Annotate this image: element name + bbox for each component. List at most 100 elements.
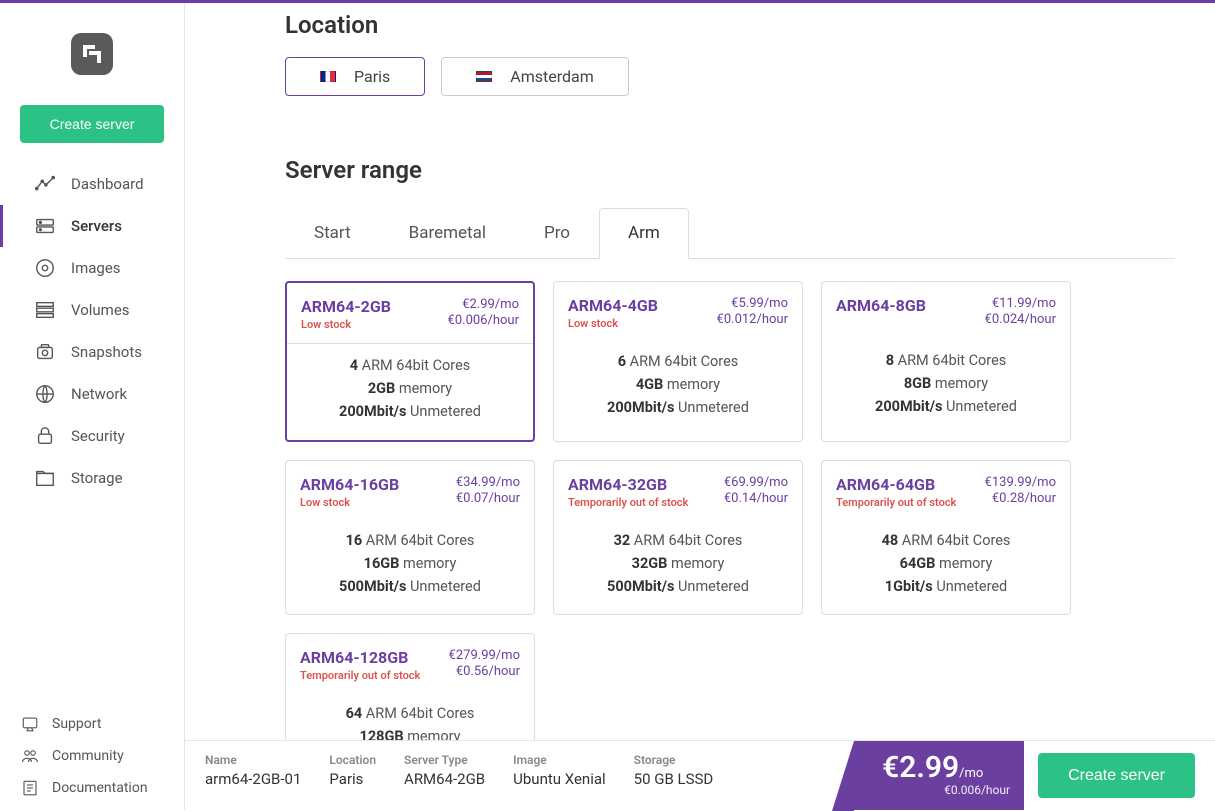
images-icon [33,256,57,280]
plan-name: ARM64-32GB [568,475,688,494]
plan-price: €279.99/mo €0.56/hour [449,648,520,682]
security-icon [33,424,57,448]
tab-arm[interactable]: Arm [599,208,689,259]
nav-item-label: Dashboard [71,175,144,193]
plans-grid: ARM64-2GB Low stock €2.99/mo €0.006/hour… [285,281,1175,740]
nav-main: Dashboard Servers Images Volumes Snapshots Ne… [0,163,184,499]
price-sub: €0.006/hour [882,784,1010,797]
plan-name: ARM64-4GB [568,296,658,315]
summary-name-label: Name [205,753,301,767]
plan-arm64-128gb[interactable]: ARM64-128GB Temporarily out of stock €27… [285,633,535,740]
plan-name: ARM64-128GB [300,648,420,667]
plan-specs: 64 ARM 64bit Cores 128GB memory 1Gbit/s … [286,692,534,740]
logo-mark-icon [71,33,113,75]
plan-stock-badge: Temporarily out of stock [568,496,688,509]
nav-item-security[interactable]: Security [0,415,184,457]
price-block: €2.99/mo €0.006/hour [854,741,1024,810]
nav-item-label: Servers [71,217,122,235]
summary-type-value: ARM64-2GB [404,771,485,788]
dashboard-icon [33,172,57,196]
community-icon [20,746,40,766]
footer-item-community[interactable]: Community [0,740,184,772]
footer-item-support[interactable]: Support [0,708,184,740]
summary-image-value: Ubuntu Xenial [513,771,606,788]
plan-price: €11.99/mo €0.024/hour [985,296,1056,329]
tab-pro[interactable]: Pro [515,208,599,258]
nav-item-label: Images [71,259,121,277]
logo [0,3,184,99]
plan-stock-badge: Temporarily out of stock [836,496,956,509]
price-unit: /mo [959,766,983,781]
plan-specs: 6 ARM 64bit Cores 4GB memory 200Mbit/s U… [554,340,802,436]
location-title: Location [285,11,1175,39]
nav-item-storage[interactable]: Storage [0,457,184,499]
volumes-icon [33,298,57,322]
plan-specs: 48 ARM 64bit Cores 64GB memory 1Gbit/s U… [822,519,1070,615]
footer-item-label: Documentation [52,780,148,796]
footer-item-documentation[interactable]: Documentation [0,772,184,804]
plan-price: €139.99/mo €0.28/hour [985,475,1056,509]
location-option-label: Paris [354,67,390,86]
plan-price: €5.99/mo €0.012/hour [717,296,788,330]
plan-name: ARM64-2GB [301,297,391,316]
price-main: €2.99 [882,750,959,785]
support-icon [20,714,40,734]
nav-item-network[interactable]: Network [0,373,184,415]
plan-stock-badge: Temporarily out of stock [300,669,420,682]
summary-location-label: Location [329,753,376,767]
summary-name-value: arm64-2GB-01 [205,771,301,788]
storage-icon [33,466,57,490]
plan-name: ARM64-16GB [300,475,399,494]
summary-storage: Storage 50 GB LSSD [634,753,714,810]
flag-nl-icon [476,71,492,82]
nav-footer: Support Community Documentation [0,708,184,810]
main-content: Location Paris Amsterdam Server range Sta… [185,3,1215,740]
plan-stock-badge: Low stock [301,318,391,331]
plan-arm64-8gb[interactable]: ARM64-8GB €11.99/mo €0.024/hour 8 ARM 64… [821,281,1071,442]
snapshots-icon [33,340,57,364]
flag-fr-icon [320,71,336,82]
nav-item-snapshots[interactable]: Snapshots [0,331,184,373]
summary-type-label: Server Type [404,753,485,767]
summary-storage-value: 50 GB LSSD [634,771,714,788]
documentation-icon [20,778,40,798]
nav-item-volumes[interactable]: Volumes [0,289,184,331]
plan-arm64-32gb[interactable]: ARM64-32GB Temporarily out of stock €69.… [553,460,803,616]
summary-bar: Name arm64-2GB-01 Location Paris Server … [185,740,1215,810]
sidebar: Create server Dashboard Servers Images Volu… [0,3,185,810]
plan-price: €69.99/mo €0.14/hour [724,475,788,509]
plan-price: €2.99/mo €0.006/hour [448,297,519,331]
plan-specs: 8 ARM 64bit Cores 8GB memory 200Mbit/s U… [822,339,1070,435]
create-server-button[interactable]: Create server [20,105,164,143]
nav-item-label: Storage [71,469,123,487]
nav-item-label: Snapshots [71,343,142,361]
server-range-title: Server range [285,156,1175,184]
plan-stock-badge: Low stock [568,317,658,330]
tab-start[interactable]: Start [285,208,380,258]
location-option-paris[interactable]: Paris [285,57,425,96]
nav-item-servers[interactable]: Servers [0,205,184,247]
plan-arm64-4gb[interactable]: ARM64-4GB Low stock €5.99/mo €0.012/hour… [553,281,803,442]
nav-item-label: Network [71,385,127,403]
summary-name: Name arm64-2GB-01 [205,753,301,810]
footer-item-label: Community [52,748,124,764]
create-server-cta[interactable]: Create server [1038,753,1195,798]
network-icon [33,382,57,406]
plan-arm64-16gb[interactable]: ARM64-16GB Low stock €34.99/mo €0.07/hou… [285,460,535,616]
summary-image: Image Ubuntu Xenial [513,753,606,810]
plan-arm64-64gb[interactable]: ARM64-64GB Temporarily out of stock €139… [821,460,1071,616]
summary-location-value: Paris [329,771,376,788]
location-options: Paris Amsterdam [285,57,1175,96]
location-option-amsterdam[interactable]: Amsterdam [441,57,628,96]
summary: Name arm64-2GB-01 Location Paris Server … [185,741,854,810]
nav-item-label: Security [71,427,125,445]
nav-item-images[interactable]: Images [0,247,184,289]
range-tabs: StartBaremetalProArm [285,208,1175,259]
nav-item-dashboard[interactable]: Dashboard [0,163,184,205]
plan-name: ARM64-64GB [836,475,956,494]
tab-baremetal[interactable]: Baremetal [380,208,515,258]
plan-arm64-2gb[interactable]: ARM64-2GB Low stock €2.99/mo €0.006/hour… [285,281,535,442]
servers-icon [33,214,57,238]
footer-item-label: Support [52,716,101,732]
plan-price: €34.99/mo €0.07/hour [456,475,520,509]
